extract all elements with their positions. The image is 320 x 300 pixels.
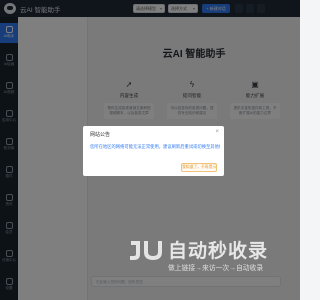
watermark-subtitle: 做上链接→来访一次→自动收录 (168, 265, 264, 272)
close-icon[interactable]: × (215, 129, 219, 135)
announcement-dialog: 网站公告 × 您所在地区的网络可能无法正常使用，建议刷新后重试或切换至其他线路。… (83, 126, 224, 176)
watermark-title: 自动秒收录 (168, 241, 269, 262)
dialog-title: 网站公告 (90, 132, 111, 138)
watermark: 自动秒收录 做上链接→来访一次→自动收录 (128, 233, 288, 279)
dismiss-button[interactable]: 我知道了，不再提示 (181, 163, 217, 172)
watermark-logo-icon (130, 241, 162, 260)
dialog-message: 您所在地区的网络可能无法正常使用，建议刷新后重试或切换至其他线路。 (90, 144, 220, 149)
